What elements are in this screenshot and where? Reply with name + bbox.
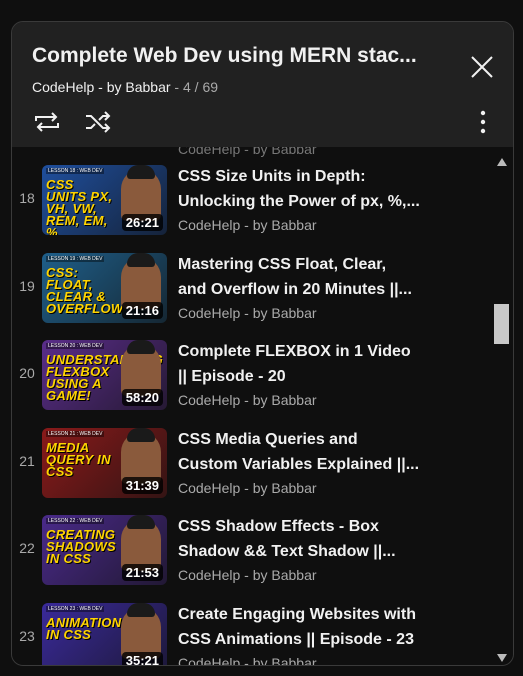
video-title[interactable]: CSS Size Units in Depth: Unlocking the Po…: [178, 164, 438, 214]
scrollbar-thumb[interactable]: [494, 304, 509, 344]
playlist-item[interactable]: 23 LESSON 23 : WEB DEV ANIMATIONS IN CSS 35…: [12, 598, 492, 666]
thumbnail-presenter: [121, 602, 161, 659]
shuffle-button[interactable]: [84, 110, 112, 134]
item-index: 22: [19, 540, 35, 556]
video-title[interactable]: CSS Shadow Effects - Box Shadow && Text S…: [178, 514, 438, 564]
video-title-line2: CSS Animations || Episode - 23: [178, 630, 414, 648]
video-title-line1: Create Engaging Websites with: [178, 605, 416, 623]
video-channel[interactable]: CodeHelp - by Babbar: [178, 217, 317, 233]
video-channel[interactable]: CodeHelp - by Babbar: [178, 305, 317, 321]
video-title-line2: || Episode - 20: [178, 368, 286, 385]
video-title-line2: Unlocking the Power of px, %,...: [178, 193, 420, 210]
video-title-line1: Mastering CSS Float, Clear,: [178, 255, 387, 273]
thumbnail-lesson-tag: LESSON 23 : WEB DEV: [46, 605, 105, 612]
triangle-down-icon: [497, 654, 507, 662]
video-title[interactable]: CSS Media Queries and Custom Variables Ex…: [178, 427, 438, 477]
video-duration: 21:53: [121, 564, 163, 581]
shuffle-icon: [86, 111, 111, 133]
video-thumbnail[interactable]: LESSON 19 : WEB DEV CSS: FLOAT, CLEAR & O…: [42, 252, 167, 323]
playlist-header: Complete Web Dev using MERN stac... Code…: [12, 22, 513, 147]
item-index: 20: [19, 365, 35, 381]
thumbnail-text: CSS UNITS PX, VH, VW, REM, EM, %: [46, 177, 113, 235]
playlist-item[interactable]: 19 LESSON 19 : WEB DEV CSS: FLOAT, CLEAR &…: [12, 248, 492, 335]
video-title-line2: Custom Variables Explained ||...: [178, 455, 420, 473]
video-duration: 26:21: [121, 214, 163, 231]
playlist-position: 4 / 69: [182, 79, 219, 95]
video-duration: 58:20: [121, 389, 163, 406]
loop-icon: [35, 112, 59, 132]
thumbnail-text: CSS: FLOAT, CLEAR & OVERFLOW: [46, 264, 124, 316]
thumbnail-lesson-tag: LESSON 18 : WEB DEV: [46, 168, 105, 174]
item-index: 19: [19, 277, 35, 294]
playlist-panel: Complete Web Dev using MERN stac... Code…: [11, 21, 514, 666]
video-title-line1: CSS Size Units in Depth:: [178, 168, 366, 185]
video-title[interactable]: Create Engaging Websites with CSS Animati…: [178, 602, 438, 652]
video-duration: 21:16: [121, 301, 163, 319]
playlist-channel[interactable]: CodeHelp - by Babbar: [32, 79, 171, 95]
video-title-line1: CSS Shadow Effects - Box: [178, 518, 379, 535]
triangle-up-icon: [497, 158, 507, 166]
loop-button[interactable]: [32, 110, 62, 134]
close-button[interactable]: [469, 54, 495, 80]
thumbnail-text: MEDIA QUERY IN CSS: [46, 439, 111, 479]
thumbnail-lesson-tag: LESSON 19 : WEB DEV: [46, 255, 105, 262]
thumbnail-text: CREATING SHADOWS IN CSS: [46, 527, 116, 566]
thumbnail-lesson-tag: LESSON 22 : WEB DEV: [46, 518, 105, 524]
more-options-button[interactable]: [471, 108, 495, 136]
thumbnail-lesson-tag: LESSON 20 : WEB DEV: [46, 343, 105, 349]
video-title[interactable]: Mastering CSS Float, Clear, and Overflow …: [178, 252, 438, 302]
video-thumbnail[interactable]: LESSON 23 : WEB DEV ANIMATIONS IN CSS 35:2…: [42, 602, 167, 665]
video-title-line1: Complete FLEXBOX in 1 Video: [178, 343, 411, 360]
video-thumbnail[interactable]: LESSON 21 : WEB DEV MEDIA QUERY IN CSS 31:…: [42, 427, 167, 498]
item-index: 18: [19, 190, 35, 206]
scroll-down-arrow[interactable]: [497, 649, 507, 662]
item-index: 21: [19, 452, 35, 469]
partial-item-channel: CodeHelp - by Babbar: [178, 147, 317, 157]
thumbnail-text: ANIMATIONS IN CSS: [46, 614, 131, 642]
video-channel[interactable]: CodeHelp - by Babbar: [178, 655, 317, 666]
item-index: 23: [19, 627, 35, 644]
subtitle-separator: -: [170, 79, 183, 95]
playlist-title[interactable]: Complete Web Dev using MERN stac...: [32, 44, 452, 68]
thumbnail-presenter: [121, 252, 161, 309]
video-channel[interactable]: CodeHelp - by Babbar: [178, 392, 317, 408]
thumbnail-lesson-tag: LESSON 21 : WEB DEV: [46, 430, 105, 437]
playlist-item[interactable]: 21 LESSON 21 : WEB DEV MEDIA QUERY IN CSS 3…: [12, 423, 492, 510]
playlist-item[interactable]: 18 LESSON 18 : WEB DEV CSS UNITS PX, VH, V…: [12, 160, 492, 247]
video-title-line1: CSS Media Queries and: [178, 430, 358, 448]
playlist-item[interactable]: 20 LESSON 20 : WEB DEV UNDERSTANDING FLEXB…: [12, 335, 492, 422]
scroll-up-arrow[interactable]: [497, 153, 507, 166]
playlist-subtitle: CodeHelp - by Babbar - 4 / 69: [32, 79, 218, 95]
video-thumbnail[interactable]: LESSON 22 : WEB DEV CREATING SHADOWS IN C…: [42, 515, 167, 585]
video-duration: 31:39: [121, 476, 163, 494]
video-title-line2: and Overflow in 20 Minutes ||...: [178, 280, 412, 298]
video-duration: 35:21: [121, 651, 163, 665]
more-vertical-icon: [480, 110, 486, 134]
thumbnail-text: UNDERSTANDING FLEXBOX USING A GAME!: [46, 352, 164, 403]
video-title[interactable]: Complete FLEXBOX in 1 Video || Episode - …: [178, 339, 438, 389]
playlist-items: CodeHelp - by Babbar 18 LESSON 18 : WEB D…: [12, 147, 513, 665]
playlist-item[interactable]: 22 LESSON 22 : WEB DEV CREATING SHADOWS IN…: [12, 510, 492, 597]
close-icon: [471, 56, 493, 78]
video-thumbnail[interactable]: LESSON 20 : WEB DEV UNDERSTANDING FLEXBOX…: [42, 340, 167, 410]
video-channel[interactable]: CodeHelp - by Babbar: [178, 567, 317, 583]
video-channel[interactable]: CodeHelp - by Babbar: [178, 480, 317, 496]
video-title-line2: Shadow && Text Shadow ||...: [178, 543, 396, 560]
video-thumbnail[interactable]: LESSON 18 : WEB DEV CSS UNITS PX, VH, VW,…: [42, 165, 167, 235]
thumbnail-presenter: [121, 427, 161, 484]
